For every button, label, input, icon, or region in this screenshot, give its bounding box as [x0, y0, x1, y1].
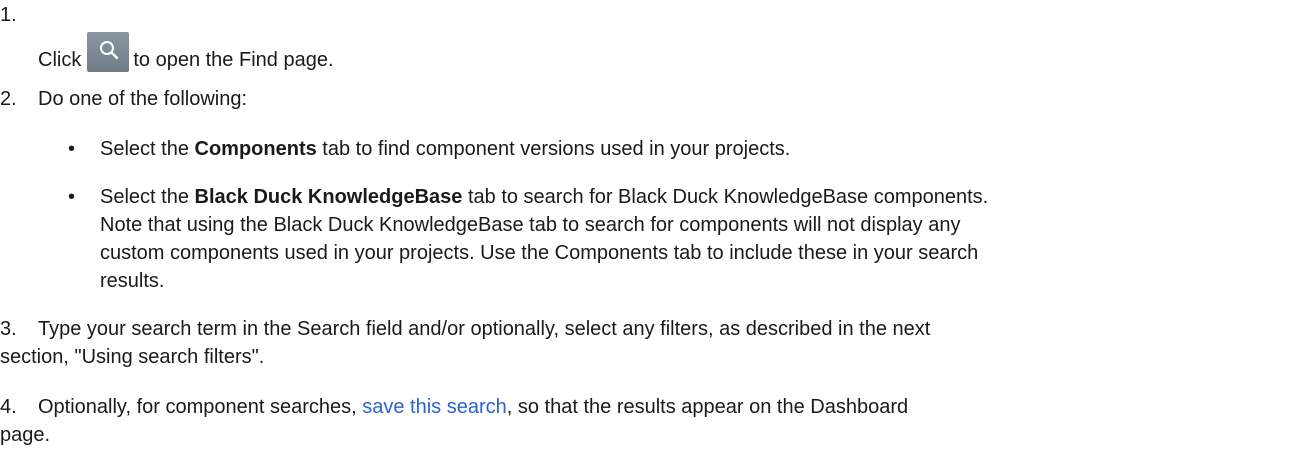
bullet-1-marker: •: [68, 138, 76, 160]
step-3-line-1: Type your search term in the Search fiel…: [38, 318, 931, 340]
bullet-2-line-4: results.: [100, 270, 165, 292]
bullet-1-post: tab to find component versions used in y…: [322, 138, 791, 160]
step-1-text: Click to open the Find page.: [38, 32, 334, 72]
bullet-2-line-1: Select the Black Duck KnowledgeBase tab …: [100, 186, 988, 209]
bullet-1-bold: Components: [194, 138, 317, 160]
step-4-line-2: page.: [0, 424, 51, 446]
step-3-number: 3.: [0, 318, 17, 340]
bullet-2-bold: Black Duck KnowledgeBase: [194, 186, 463, 208]
step-4-pre: Optionally, for component searches,: [38, 396, 357, 418]
bullet-2-line-2: Note that using the Black Duck Knowledge…: [100, 214, 961, 236]
step-3-line-2: section, "Using search filters".: [0, 346, 265, 368]
bullet-2-line-3: custom components used in your projects.…: [100, 242, 979, 264]
bullet-2-post: tab to search for Black Duck KnowledgeBa…: [467, 186, 989, 208]
step-1-number: 1.: [0, 4, 17, 26]
bullet-1-text: Select the Components tab to find compon…: [100, 138, 790, 161]
step-2-text: Do one of the following:: [38, 88, 248, 110]
bullet-1-pre: Select the: [100, 138, 189, 160]
search-icon: [100, 41, 119, 60]
step-1-suffix: to open the Find page.: [133, 49, 334, 71]
step-4-post: , so that the results appear on the Dash…: [506, 396, 909, 418]
step-4-number: 4.: [0, 396, 17, 418]
bullet-2-pre: Select the: [100, 186, 189, 208]
bullet-2-marker: •: [68, 186, 76, 208]
step-2-number: 2.: [0, 88, 17, 110]
save-search-link[interactable]: save this search: [362, 396, 507, 418]
step-1-prefix: Click: [38, 49, 82, 71]
search-button[interactable]: [87, 32, 130, 72]
step-4-line-1: Optionally, for component searches, save…: [38, 396, 908, 419]
